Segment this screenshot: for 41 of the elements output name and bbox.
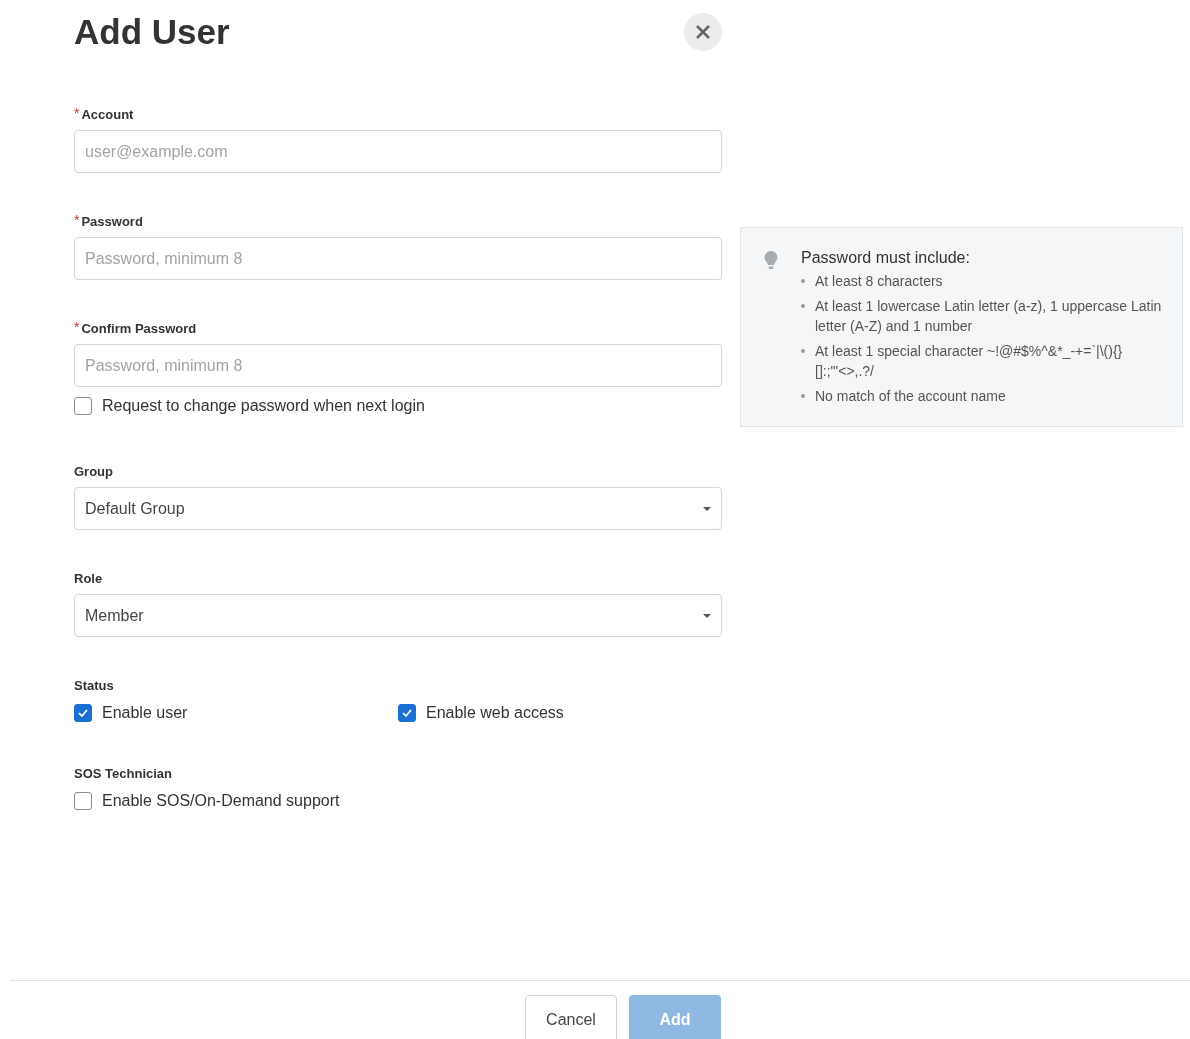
required-mark: * [74,213,80,227]
checkbox[interactable] [74,792,92,810]
bullet-icon [801,304,805,308]
hint-title: Password must include: [801,248,971,268]
field-label: Account [81,106,134,124]
dropdown[interactable]: Default Group [74,487,722,530]
checkbox-label: Enable web access [426,703,564,723]
required-mark: * [74,106,80,120]
check-icon [77,707,89,719]
hint-item: At least 1 special character ~!@#$%^&*_-+=`|\(){}[]:;"'<>,.?/ [815,342,1124,381]
close-icon [696,25,710,39]
hint-item: At least 1 lowercase Latin letter (a-z), 1 uppercase Latin letter (A-Z) and 1 number [815,297,1163,336]
checkbox[interactable] [74,704,92,722]
bullet-icon [801,394,805,398]
checkbox[interactable] [398,704,416,722]
lightbulb-icon [763,250,779,270]
check-icon [401,707,413,719]
input-field[interactable]: user@example.com [74,130,722,173]
checkbox-label: Enable user [102,703,188,723]
close-button[interactable] [684,13,722,51]
required-mark: * [74,320,80,334]
cancel-button[interactable]: Cancel [525,995,617,1039]
input-field[interactable]: Password, minimum 8 [74,237,722,280]
checkbox-label: Enable SOS/On-Demand support [102,791,340,811]
hint-item: At least 8 characters [815,272,943,291]
bullet-icon [801,279,805,283]
dropdown[interactable]: Member [74,594,722,637]
checkbox[interactable] [74,397,92,415]
field-label: SOS Technician [74,765,172,783]
field-label: Confirm Password [81,320,197,338]
field-label: Status [74,677,114,695]
field-label: Password [81,213,143,231]
bullet-icon [801,349,805,353]
input-field[interactable]: Password, minimum 8 [74,344,722,387]
dialog-title: Add User [74,11,230,53]
caret-icon [703,506,711,511]
field-label: Role [74,570,103,588]
field-label: Group [74,463,113,481]
caret-icon [703,613,711,618]
checkbox-label: Request to change password when next login [102,396,425,416]
hint-item: No match of the account name [815,387,1006,406]
